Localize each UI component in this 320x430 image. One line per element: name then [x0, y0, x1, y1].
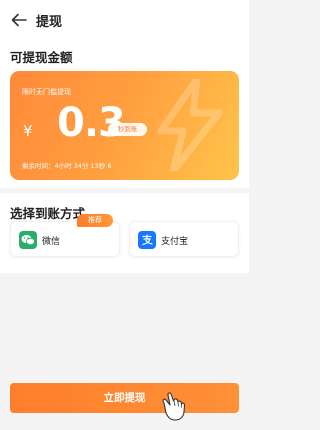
currency-symbol: ¥ [23, 122, 33, 140]
page-title: 提现 [36, 15, 63, 30]
alipay-icon [138, 231, 156, 249]
limited-time-label: 限时无门槛提现 [22, 88, 71, 96]
top-bar: 提现 [0, 0, 249, 40]
withdraw-now-button[interactable]: 立即提现 [10, 383, 239, 413]
amount-card: 限时无门槛提现 ¥ 0.3 秒到账 剩余时间：4小时 34分 13秒 6 [10, 71, 239, 180]
payment-method-section: 选择到账方式 微信 推荐 支付宝 [0, 193, 249, 273]
wechat-option[interactable]: 微信 推荐 [10, 214, 120, 257]
recommend-badge: 推荐 [77, 214, 113, 227]
withdrawable-amount-section: 可提现金额 限时无门槛提现 ¥ 0.3 秒到账 剩余时间：4小时 34分 13秒… [0, 40, 249, 188]
amount-section-title: 可提现金额 [10, 50, 73, 65]
back-arrow-icon[interactable] [10, 11, 28, 29]
lightning-icon [157, 79, 223, 171]
instant-arrival-badge: 秒到账 [108, 123, 147, 136]
wechat-icon [19, 231, 37, 249]
alipay-option[interactable]: 支付宝 [129, 221, 239, 257]
alipay-label: 支付宝 [161, 237, 189, 247]
wechat-label: 微信 [42, 237, 61, 247]
countdown-text: 剩余时间：4小时 34分 13秒 6 [22, 162, 112, 170]
payment-section-title: 选择到账方式 [10, 206, 86, 221]
pointing-hand-icon [158, 391, 188, 427]
